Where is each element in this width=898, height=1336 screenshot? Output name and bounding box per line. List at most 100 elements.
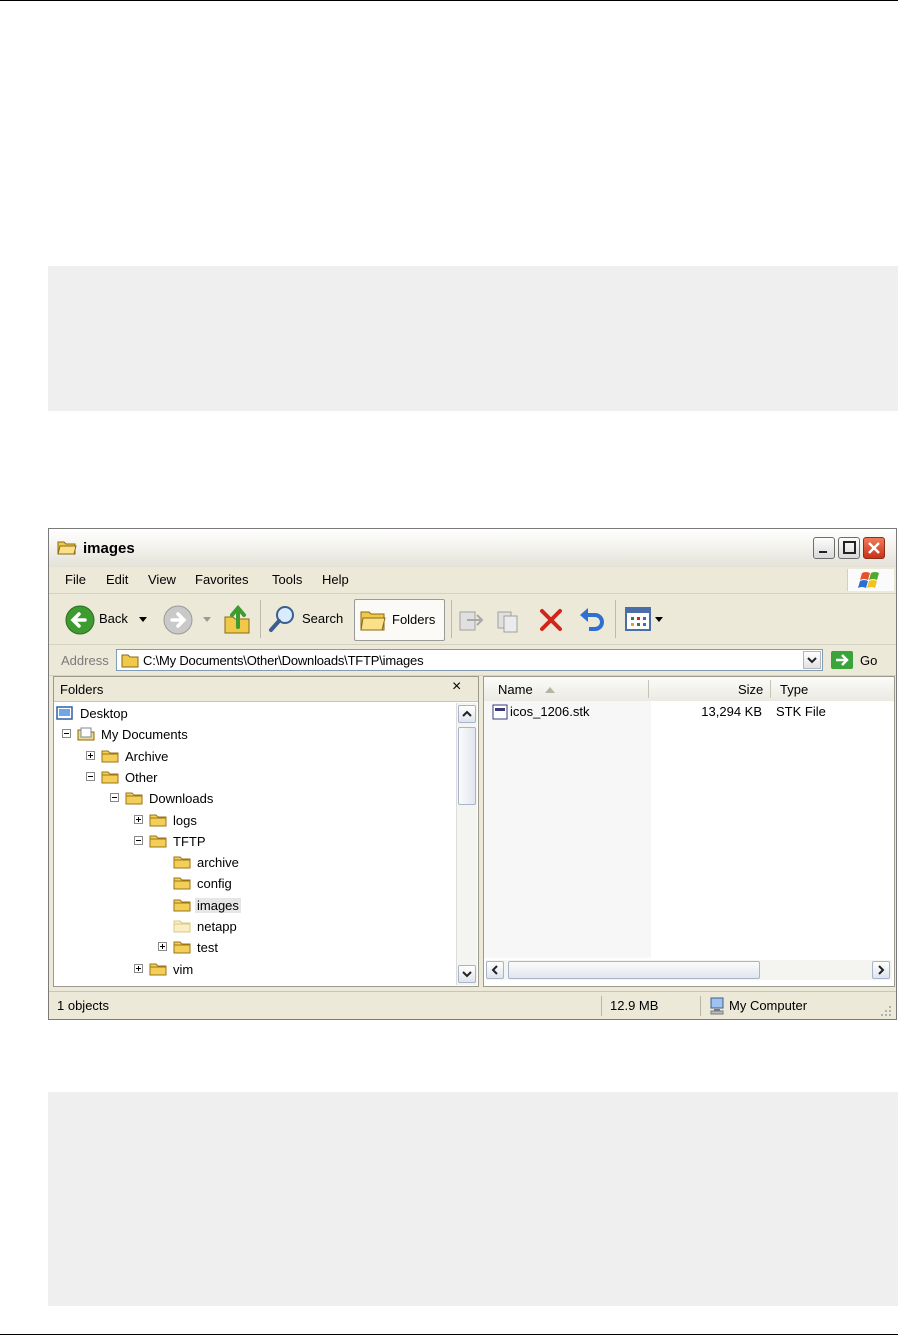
- title-bar[interactable]: images: [49, 529, 896, 567]
- close-icon: [868, 542, 880, 554]
- folder-faded-icon: [173, 920, 191, 933]
- stk-file-icon: [492, 704, 508, 720]
- column-divider[interactable]: [648, 680, 649, 698]
- go-button[interactable]: [831, 651, 853, 669]
- file-list-horizontal-scrollbar[interactable]: [486, 960, 892, 980]
- minimize-icon: [819, 551, 827, 553]
- chevron-left-icon: [491, 965, 498, 975]
- back-button[interactable]: Back: [99, 611, 128, 626]
- maximize-button[interactable]: [838, 537, 860, 559]
- minimize-button[interactable]: [813, 537, 835, 559]
- file-row[interactable]: icos_1206.stk 13,294 KB STK File: [484, 703, 894, 721]
- address-field[interactable]: C:\My Documents\Other\Downloads\TFTP\ima…: [116, 649, 823, 671]
- menu-help[interactable]: Help: [322, 572, 349, 587]
- scroll-right-button[interactable]: [872, 961, 890, 979]
- folders-pane: Folders × Desktop My Documents Archive Othe…: [53, 676, 479, 987]
- address-dropdown-button[interactable]: [803, 651, 821, 669]
- file-size: 13,294 KB: [701, 704, 762, 719]
- menu-favorites[interactable]: Favorites: [195, 572, 248, 587]
- chevron-down-icon: [807, 657, 817, 664]
- views-dropdown-icon[interactable]: [654, 616, 664, 624]
- address-value: C:\My Documents\Other\Downloads\TFTP\ima…: [143, 653, 424, 668]
- status-location: My Computer: [729, 998, 808, 1013]
- folder-icon: [173, 899, 191, 912]
- folders-pane-title: Folders: [60, 682, 104, 697]
- column-name-header[interactable]: Name: [498, 682, 533, 697]
- chevron-up-icon: [462, 710, 472, 717]
- tree-item-label: netapp: [197, 919, 237, 934]
- folder-icon: [101, 750, 119, 763]
- scroll-left-button[interactable]: [486, 961, 504, 979]
- search-button[interactable]: Search: [302, 611, 343, 626]
- folders-button[interactable]: Folders: [354, 599, 445, 641]
- go-label[interactable]: Go: [860, 653, 877, 668]
- address-label: Address: [61, 653, 109, 668]
- my-documents-icon: [77, 727, 95, 741]
- back-arrow-icon[interactable]: [65, 605, 95, 635]
- tree-item-label: Archive: [125, 748, 169, 764]
- folder-icon: [101, 771, 119, 784]
- column-size-header[interactable]: Size: [738, 682, 763, 697]
- resize-grip-icon[interactable]: [879, 1004, 893, 1018]
- scroll-down-button[interactable]: [458, 965, 476, 983]
- desktop-icon: [56, 706, 73, 720]
- folder-tree-vertical-scrollbar[interactable]: [456, 703, 477, 985]
- scroll-up-button[interactable]: [458, 705, 476, 723]
- collapse-icon[interactable]: [62, 729, 71, 739]
- address-bar: Address C:\My Documents\Other\Downloads\…: [49, 645, 896, 676]
- menu-file[interactable]: File: [65, 572, 86, 587]
- toolbar-separator: [260, 600, 261, 638]
- chevron-right-icon: [878, 965, 885, 975]
- search-icon[interactable]: [267, 604, 297, 634]
- menu-view[interactable]: View: [148, 572, 176, 587]
- column-headers: Name Size Type: [484, 677, 894, 702]
- tree-item-label: Desktop: [80, 706, 128, 721]
- forward-dropdown-icon[interactable]: [202, 616, 212, 624]
- expand-icon[interactable]: [158, 942, 167, 952]
- gray-block-bottom: [48, 1092, 898, 1306]
- page-top-rule: [0, 0, 898, 1]
- explorer-window: images File Edit View Favorites Tools He…: [48, 528, 897, 1020]
- folder-icon: [149, 835, 167, 848]
- menu-tools[interactable]: Tools: [272, 572, 302, 587]
- file-name: icos_1206.stk: [510, 704, 590, 719]
- expand-icon[interactable]: [134, 963, 143, 973]
- column-background: [651, 701, 894, 958]
- column-divider[interactable]: [770, 680, 771, 698]
- tree-item-label: Downloads: [149, 791, 214, 807]
- folder-icon: [125, 792, 143, 805]
- scroll-thumb[interactable]: [458, 727, 476, 805]
- go-arrow-icon: [836, 654, 849, 666]
- expand-icon[interactable]: [86, 750, 95, 760]
- tree-item-label: test: [197, 940, 218, 956]
- collapse-icon[interactable]: [110, 793, 119, 803]
- collapse-icon[interactable]: [86, 771, 95, 781]
- views-icon[interactable]: [624, 606, 652, 632]
- delete-icon[interactable]: [537, 606, 565, 634]
- file-type: STK File: [776, 704, 826, 719]
- up-folder-icon[interactable]: [223, 603, 253, 637]
- column-type-header[interactable]: Type: [780, 682, 808, 697]
- close-button[interactable]: [863, 537, 885, 559]
- tree-item-label: vim: [173, 961, 194, 977]
- collapse-icon[interactable]: [134, 835, 143, 845]
- horizontal-scroll-thumb[interactable]: [508, 961, 760, 979]
- toolbar: Back Search Folders: [49, 594, 896, 645]
- window-title: images: [83, 540, 135, 557]
- forward-arrow-icon[interactable]: [163, 605, 193, 635]
- gray-block-top: [48, 266, 898, 411]
- windows-logo: [847, 569, 894, 591]
- menu-edit[interactable]: Edit: [106, 572, 128, 587]
- move-to-icon[interactable]: [457, 606, 485, 634]
- file-list-pane: Name Size Type icos_1206.stk 13,294 KB S…: [483, 676, 895, 987]
- toolbar-separator: [615, 600, 616, 638]
- page-bottom-rule: [0, 1334, 898, 1335]
- tree-item-label: images: [195, 897, 241, 913]
- expand-icon[interactable]: [134, 814, 143, 824]
- back-dropdown-icon[interactable]: [138, 616, 148, 624]
- copy-to-icon[interactable]: [495, 606, 523, 634]
- my-computer-icon: [710, 997, 724, 1015]
- folders-pane-close-button[interactable]: ×: [452, 678, 461, 696]
- undo-icon[interactable]: [577, 605, 607, 635]
- folder-icon: [173, 941, 191, 954]
